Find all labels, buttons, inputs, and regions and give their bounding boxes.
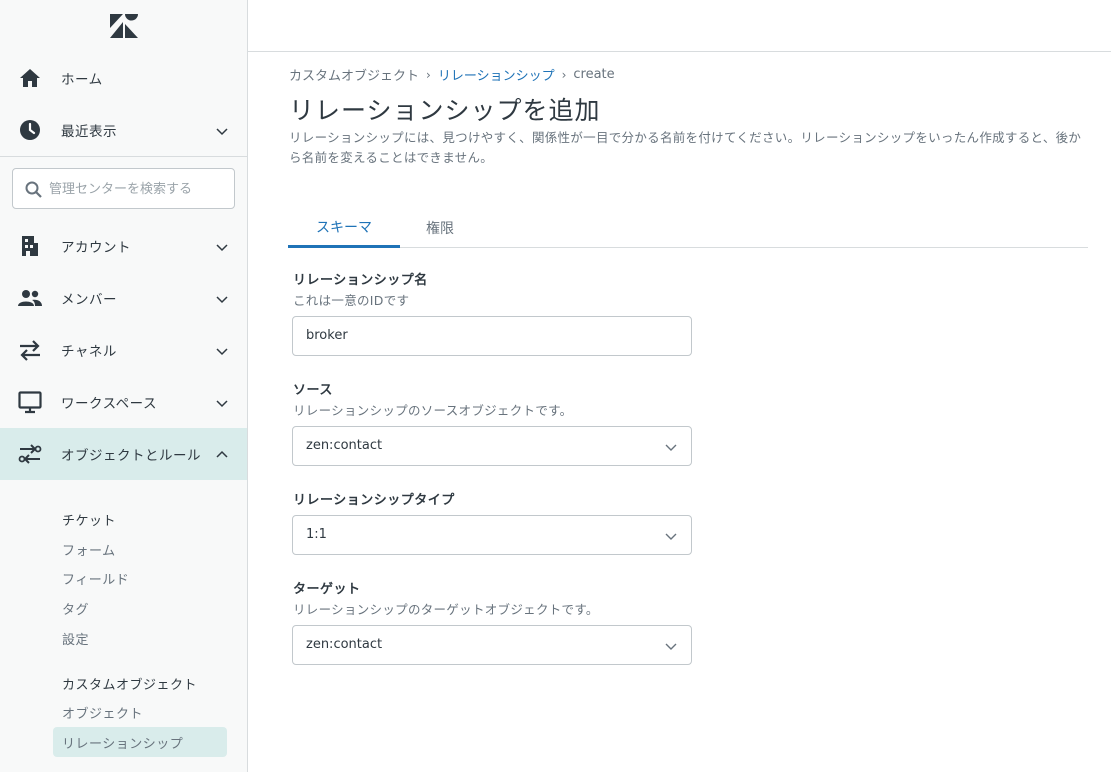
search-input[interactable] — [49, 178, 229, 200]
sidebar-item-workspaces[interactable]: ワークスペース — [0, 376, 247, 428]
breadcrumb-relationships[interactable]: リレーションシップ — [438, 65, 555, 84]
target-select[interactable]: zen:contact — [292, 625, 692, 665]
sidebar-item-label: 最近表示 — [61, 124, 117, 140]
page-title: リレーションシップを追加 — [289, 96, 601, 125]
chevron-down-icon — [216, 128, 228, 136]
target-label: ターゲット — [293, 582, 361, 597]
source-select[interactable]: zen:contact — [292, 426, 692, 466]
tab-list: スキーマ 権限 — [288, 208, 1088, 248]
sidebar-sub-item-settings[interactable]: 設定 — [62, 629, 89, 648]
sidebar-item-home[interactable]: ホーム — [0, 52, 247, 104]
search-box[interactable] — [12, 168, 235, 209]
sidebar-sub-item-tags[interactable]: タグ — [62, 599, 89, 618]
sidebar: ホーム 最近表示 アカウント メンバー チャネル ワークスペース オブジェクトと… — [0, 0, 248, 772]
chevron-right-icon: › — [426, 67, 431, 82]
sidebar-sub-item-forms[interactable]: フォーム — [62, 540, 116, 559]
arrows-icon — [20, 340, 40, 361]
relationship-type-label: リレーションシップタイプ — [293, 493, 455, 508]
sidebar-item-label: アカウント — [61, 240, 131, 256]
relationship-name-field[interactable]: broker — [292, 316, 692, 356]
source-hint: リレーションシップのソースオブジェクトです。 — [293, 403, 573, 418]
chevron-down-icon — [216, 296, 228, 304]
chevron-down-icon — [665, 643, 677, 650]
relationship-name-value: broker — [306, 328, 348, 343]
source-value: zen:contact — [306, 438, 383, 453]
objects-rules-icon — [18, 444, 42, 464]
top-bar — [248, 0, 1111, 52]
chevron-down-icon — [216, 244, 228, 252]
chevron-down-icon — [216, 400, 228, 408]
page-description: リレーションシップには、見つけやすく、関係性が一目で分かる名前を付けてください。… — [289, 130, 1082, 165]
tab-permissions[interactable]: 権限 — [400, 208, 480, 248]
sidebar-item-members[interactable]: メンバー — [0, 272, 247, 324]
sidebar-sub-item-fields[interactable]: フィールド — [62, 569, 129, 588]
divider — [0, 156, 247, 157]
target-hint: リレーションシップのターゲットオブジェクトです。 — [293, 602, 599, 617]
sidebar-item-label: ワークスペース — [61, 396, 157, 412]
sidebar-item-account[interactable]: アカウント — [0, 220, 247, 272]
sidebar-item-label: チャネル — [61, 344, 117, 360]
sidebar-item-channels[interactable]: チャネル — [0, 324, 247, 376]
search-icon — [25, 181, 42, 198]
target-value: zen:contact — [306, 637, 383, 652]
relationship-type-select[interactable]: 1:1 — [292, 515, 692, 555]
tab-schema[interactable]: スキーマ — [288, 208, 400, 248]
clock-icon — [20, 120, 40, 140]
sidebar-item-label: メンバー — [61, 292, 117, 308]
sidebar-custom-objects-heading: カスタムオブジェクト — [62, 678, 198, 693]
breadcrumb-current: create — [573, 67, 615, 82]
chevron-right-icon: › — [561, 67, 567, 82]
sidebar-item-objects-rules[interactable]: オブジェクトとルール — [0, 428, 247, 480]
relationship-name-hint: これは一意のIDです — [293, 293, 410, 308]
monitor-icon — [18, 391, 42, 414]
chevron-down-icon — [216, 348, 228, 356]
source-label: ソース — [293, 383, 333, 398]
sidebar-item-recent[interactable]: 最近表示 — [0, 104, 247, 156]
sidebar-sub-item-objects[interactable]: オブジェクト — [62, 703, 143, 722]
building-icon — [22, 236, 38, 256]
zendesk-logo-icon[interactable] — [108, 12, 140, 40]
people-icon — [18, 290, 42, 306]
chevron-down-icon — [665, 444, 677, 451]
breadcrumb-custom-objects[interactable]: カスタムオブジェクト — [289, 65, 419, 84]
sidebar-sub-item-tickets[interactable]: チケット — [62, 510, 116, 529]
chevron-down-icon — [665, 533, 677, 540]
sidebar-sub-item-relationships[interactable]: リレーションシップ — [62, 733, 183, 752]
relationship-name-label: リレーションシップ名 — [293, 273, 428, 288]
relationship-type-value: 1:1 — [306, 527, 327, 542]
home-icon — [20, 69, 40, 87]
sidebar-item-label: ホーム — [61, 72, 103, 88]
sidebar-item-label: オブジェクトとルール — [61, 448, 201, 464]
chevron-up-icon — [216, 450, 228, 458]
breadcrumb: カスタムオブジェクト › リレーションシップ › create — [289, 65, 615, 84]
